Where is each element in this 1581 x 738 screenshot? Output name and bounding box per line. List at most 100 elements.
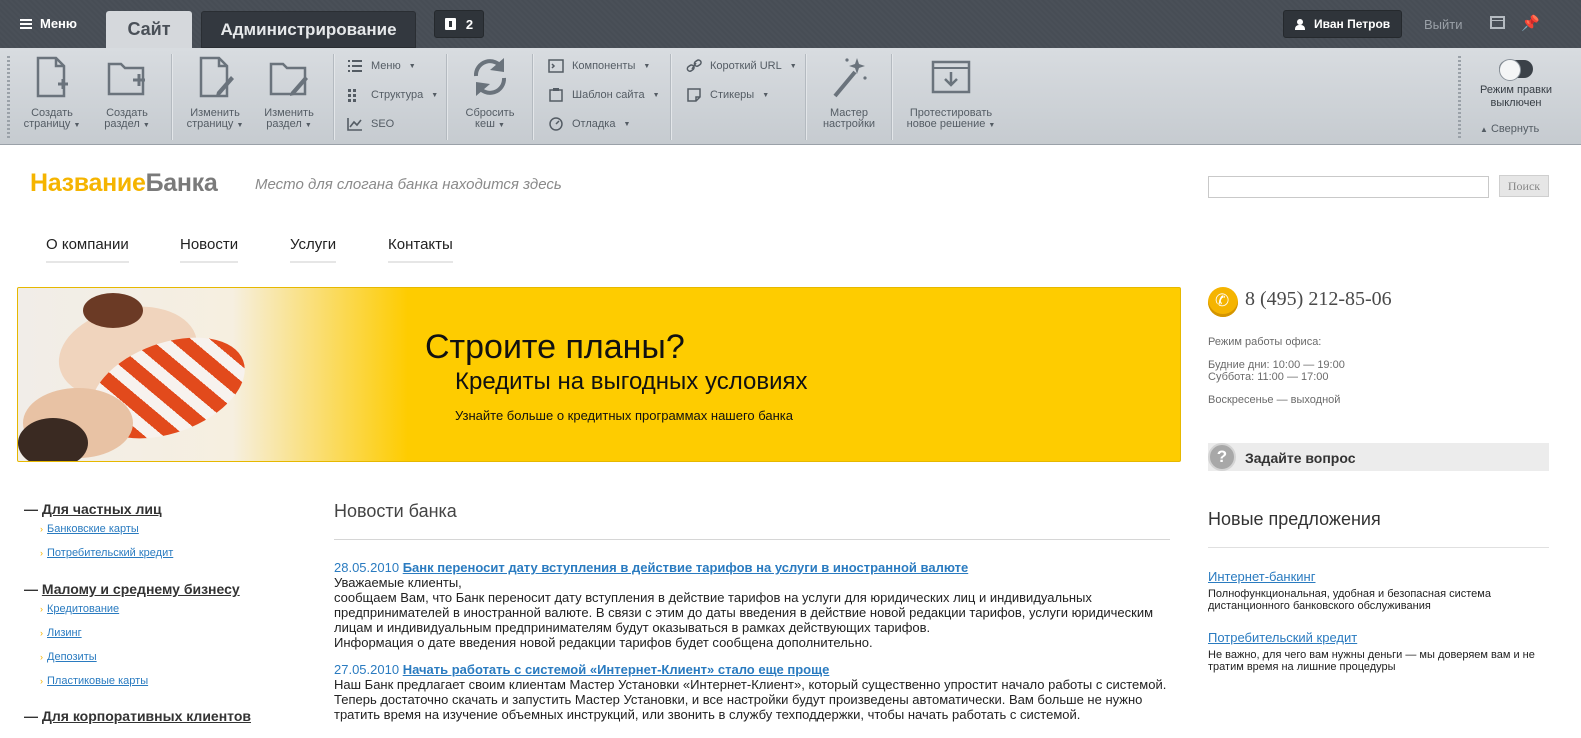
components-dropdown[interactable]: Компоненты ▼ xyxy=(548,59,650,73)
news-text: Уважаемые клиенты, xyxy=(334,575,462,590)
banner-description: Узнайте больше о кредитных программах на… xyxy=(455,408,794,423)
user-name: Иван Петров xyxy=(1314,17,1391,31)
user-icon xyxy=(1295,18,1305,30)
nav-item-contacts[interactable]: Контакты xyxy=(388,236,453,263)
reset-cache-button[interactable]: Сбросить кеш ▼ xyxy=(460,54,520,131)
create-page-button[interactable]: Создать страницу ▼ xyxy=(22,54,82,131)
news-link[interactable]: Начать работать с системой «Интернет-Кли… xyxy=(403,662,830,677)
menu-link-bank-cards[interactable]: › Банковские карты xyxy=(40,523,139,535)
news-text: сообщаем Вам, что Банк переносит дату вс… xyxy=(334,590,1154,635)
toolbar-separator xyxy=(891,54,892,140)
window-icon[interactable] xyxy=(1490,16,1505,29)
nav-item-services[interactable]: Услуги xyxy=(290,236,337,263)
phone-number: 8 (495) 212-85-06 xyxy=(1245,288,1392,310)
admin-top-bar: Меню Сайт Администрирование 2 Иван Петро… xyxy=(0,0,1581,48)
divider xyxy=(1208,547,1549,548)
news-date: 28.05.2010 xyxy=(334,560,400,575)
admin-menu-label: Меню xyxy=(40,16,78,31)
menu-link-deposits[interactable]: › Депозиты xyxy=(40,651,97,663)
toolbar-separator xyxy=(446,54,447,140)
site-template-dropdown[interactable]: Шаблон сайта ▼ xyxy=(548,88,660,102)
offers-title: Новые предложения xyxy=(1208,509,1381,529)
create-section-button[interactable]: Создать раздел ▼ xyxy=(96,54,158,131)
panel-grip xyxy=(1458,56,1461,138)
download-window-icon xyxy=(931,60,971,94)
news-link[interactable]: Банк переносит дату вступления в действи… xyxy=(403,560,969,575)
edit-mode-toggle[interactable]: Режим правки выключен xyxy=(1478,56,1554,110)
menu-link-consumer-credit[interactable]: › Потребительский кредит xyxy=(40,547,173,559)
link-icon xyxy=(686,59,702,73)
seo-button[interactable]: SEO xyxy=(347,117,394,131)
menu-dropdown[interactable]: Меню ▼ xyxy=(347,59,416,73)
toggle-switch[interactable] xyxy=(1499,59,1533,81)
magic-wand-icon xyxy=(833,58,867,98)
collapse-button[interactable]: ▲ Свернуть xyxy=(1480,123,1539,135)
edit-section-button[interactable]: Изменить раздел ▼ xyxy=(258,54,320,131)
toolbar-separator xyxy=(805,54,806,140)
create-page-icon xyxy=(36,56,68,98)
hours-weekdays: Будние дни: 10:00 — 19:00 xyxy=(1208,359,1345,371)
grid-icon xyxy=(347,88,363,102)
banner-title: Строите планы? xyxy=(425,328,685,366)
offer-link-consumer-credit[interactable]: Потребительский кредит xyxy=(1208,630,1357,645)
stickers-dropdown[interactable]: Стикеры ▼ xyxy=(686,88,769,102)
toolbar-separator xyxy=(333,54,334,140)
terminal-icon xyxy=(548,59,564,73)
list-icon xyxy=(347,59,363,73)
menu-link-leasing[interactable]: › Лизинг xyxy=(40,627,82,639)
sticker-icon xyxy=(686,88,702,102)
chart-icon xyxy=(347,117,363,131)
edit-page-button[interactable]: Изменить страницу ▼ xyxy=(184,54,246,131)
hamburger-icon xyxy=(20,18,32,29)
nav-item-about[interactable]: О компании xyxy=(46,236,129,263)
question-icon: ? xyxy=(1208,443,1236,471)
site-slogan: Место для слогана банка находится здесь xyxy=(255,176,562,193)
news-item: 27.05.2010 Начать работать с системой «И… xyxy=(334,662,1170,722)
promo-banner[interactable]: Строите планы? Кредиты на выгодных услов… xyxy=(17,287,1181,462)
debug-dropdown[interactable]: Отладка ▼ xyxy=(548,117,630,131)
nav-item-news[interactable]: Новости xyxy=(180,236,239,263)
offer-desc: Не важно, для чего вам нужны деньги — мы… xyxy=(1208,649,1535,673)
offer-link-internet-banking[interactable]: Интернет-банкинг xyxy=(1208,569,1315,584)
refresh-icon xyxy=(474,58,506,96)
short-url-dropdown[interactable]: Короткий URL ▼ xyxy=(686,59,797,73)
banner-subtitle: Кредиты на выгодных условиях xyxy=(455,368,808,395)
logout-link[interactable]: Выйти xyxy=(1424,17,1463,32)
menu-link-lending[interactable]: › Кредитование xyxy=(40,603,119,615)
toolbar-separator xyxy=(532,54,533,140)
tab-administration[interactable]: Администрирование xyxy=(201,11,416,48)
menu-section-private[interactable]: — Для частных лиц xyxy=(24,501,162,517)
site-logo[interactable]: НазваниеБанка xyxy=(30,169,218,198)
toolbar-separator xyxy=(171,54,172,140)
news-section-title: Новости банка xyxy=(334,501,457,521)
notifications-count: 2 xyxy=(465,16,474,32)
tab-site[interactable]: Сайт xyxy=(106,11,192,48)
search-button[interactable]: Поиск xyxy=(1499,175,1549,197)
menu-section-corporate[interactable]: — Для корпоративных клиентов xyxy=(24,708,251,724)
news-text: Наш Банк предлагает своим клиентам Масте… xyxy=(334,677,1167,722)
panel-grip xyxy=(7,56,10,138)
divider xyxy=(334,539,1170,540)
pin-icon[interactable]: 📌 xyxy=(1521,14,1540,32)
notification-icon xyxy=(444,18,456,30)
user-button[interactable]: Иван Петров xyxy=(1283,10,1402,38)
create-folder-icon xyxy=(107,62,145,96)
admin-menu-button[interactable]: Меню xyxy=(20,16,77,31)
news-date: 27.05.2010 xyxy=(334,662,400,677)
admin-panel: Создать страницу ▼ Создать раздел ▼ Изме… xyxy=(0,48,1581,145)
search-input[interactable] xyxy=(1208,176,1489,198)
ask-question-button[interactable]: ? Задайте вопрос xyxy=(1208,443,1549,471)
clipboard-icon xyxy=(548,88,564,102)
gauge-icon xyxy=(548,117,564,131)
setup-wizard-button[interactable]: Мастер настройки xyxy=(818,54,880,130)
chevron-up-icon: ▲ xyxy=(1480,125,1488,134)
menu-section-sme[interactable]: — Малому и среднему бизнесу xyxy=(24,581,240,597)
news-item: 28.05.2010 Банк переносит дату вступлени… xyxy=(334,560,1170,650)
notifications-button[interactable]: 2 xyxy=(434,10,484,38)
test-solution-button[interactable]: Протестировать новое решение ▼ xyxy=(905,54,997,131)
toolbar-separator xyxy=(670,54,671,140)
edit-page-icon xyxy=(199,56,234,98)
structure-dropdown[interactable]: Структура ▼ xyxy=(347,88,438,102)
menu-link-plastic-cards[interactable]: › Пластиковые карты xyxy=(40,675,148,687)
hours-saturday: Суббота: 11:00 — 17:00 xyxy=(1208,371,1329,383)
